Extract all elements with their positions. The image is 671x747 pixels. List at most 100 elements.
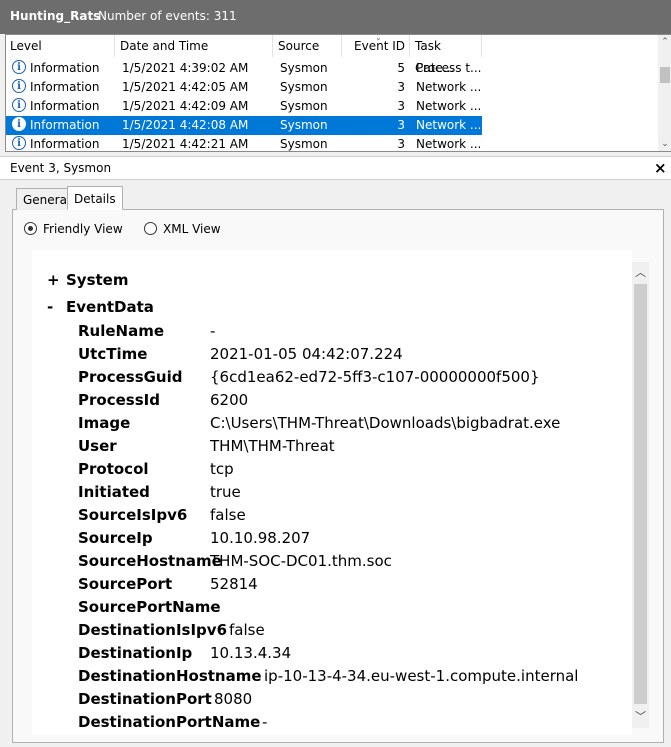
column-header-level[interactable]: Level [6, 35, 115, 57]
friendly-view-label: Friendly View [43, 222, 123, 236]
field-key: Initiated [78, 483, 150, 501]
tab-details[interactable]: Details [67, 186, 123, 210]
task-category-cell: Network ... [416, 80, 482, 94]
scroll-down-icon[interactable]: ﹀ [632, 708, 649, 724]
events-list-scrollbar[interactable]: ⌃ ⌄ [658, 35, 671, 151]
level-cell: Information [30, 99, 100, 113]
source-cell: Sysmon [280, 80, 328, 94]
field-value: false [229, 621, 265, 639]
level-cell: Information [30, 80, 100, 94]
field-value: false [210, 506, 246, 524]
field-key: SourceIsIpv6 [78, 506, 188, 524]
radio-unselected-icon [144, 222, 157, 235]
source-cell: Sysmon [280, 118, 328, 132]
field-key: DestinationPortName [78, 713, 261, 731]
datetime-cell: 1/5/2021 4:42:09 AM [122, 99, 249, 113]
event-id-cell: 5 [397, 61, 405, 75]
field-value: 10.13.4.34 [210, 644, 292, 662]
field-key: Image [78, 414, 131, 432]
table-row[interactable]: Information 1/5/2021 4:39:02 AM Sysmon 5 Pro… [6, 59, 482, 78]
field-value: 8080 [214, 690, 253, 708]
table-row[interactable]: Information 1/5/2021 4:42:21 AM Sysmon 3 Net… [6, 135, 482, 151]
field-key: SourcePortName [78, 598, 221, 616]
scroll-up-icon[interactable]: ︿ [632, 264, 649, 280]
field-key: DestinationPort [78, 690, 212, 708]
event-id-cell: 3 [397, 99, 405, 113]
event-detail-header: Event 3, Sysmon × [0, 156, 671, 180]
datetime-cell: 1/5/2021 4:42:08 AM [122, 118, 249, 132]
field-value: true [210, 483, 241, 501]
level-cell: Information [30, 118, 100, 132]
field-key: ProcessGuid [78, 368, 183, 386]
field-value: C:\Users\THM-Threat\Downloads\bigbadrat.… [210, 414, 561, 432]
field-value: {6cd1ea62-ed72-5ff3-c107-00000000f500} [210, 368, 540, 386]
field-value: 6200 [210, 391, 249, 409]
field-value: ip-10-13-4-34.eu-west-1.compute.internal [264, 667, 579, 685]
datetime-cell: 1/5/2021 4:42:05 AM [122, 80, 249, 94]
field-key: DestinationHostname [78, 667, 262, 685]
field-key: DestinationIp [78, 644, 193, 662]
events-list[interactable]: Level Date and Time Source Event ID ⌄ Ta… [5, 34, 671, 152]
source-cell: Sysmon [280, 137, 328, 151]
close-icon[interactable]: × [654, 159, 667, 177]
datetime-cell: 1/5/2021 4:39:02 AM [122, 61, 249, 75]
scroll-down-icon[interactable]: ⌄ [658, 139, 671, 149]
field-key: DestinationIsIpv6 [78, 621, 228, 639]
event-id-cell: 3 [397, 80, 405, 94]
table-row[interactable]: Information 1/5/2021 4:42:09 AM Sysmon 3 Net… [6, 97, 482, 116]
task-category-cell: Network ... [416, 99, 482, 113]
field-value: 2021-01-05 04:42:07.224 [210, 345, 403, 363]
level-cell: Information [30, 61, 100, 75]
field-value: 10.10.98.207 [210, 529, 311, 547]
column-header-datetime[interactable]: Date and Time [116, 35, 273, 57]
field-value: tcp [210, 460, 234, 478]
field-key: SourceHostname [78, 552, 222, 570]
field-key: SourceIp [78, 529, 153, 547]
column-header-source[interactable]: Source [274, 35, 342, 57]
xml-view-label: XML View [163, 222, 221, 236]
sort-indicator-icon: ⌄ [375, 34, 382, 42]
collapse-icon[interactable]: - [47, 298, 53, 316]
task-category-cell: Network ... [416, 118, 482, 132]
field-key: SourcePort [78, 575, 173, 593]
event-id-cell: 3 [397, 137, 405, 151]
details-scrollbar[interactable]: ︿ ﹀ [632, 262, 649, 728]
field-key: UtcTime [78, 345, 148, 363]
field-value: 52814 [210, 575, 258, 593]
level-cell: Information [30, 137, 100, 151]
scroll-thumb[interactable] [634, 284, 647, 704]
scroll-up-icon[interactable]: ⌃ [658, 37, 671, 47]
task-category-cell: Network ... [416, 137, 482, 151]
field-value: - [210, 322, 216, 340]
field-key: ProcessId [78, 391, 160, 409]
field-key: RuleName [78, 322, 165, 340]
friendly-view-content: + System - EventData RuleName - UtcTime 202… [32, 250, 632, 735]
column-header-task-category[interactable]: Task Cate... [411, 35, 482, 75]
information-icon [12, 136, 26, 150]
log-name: Hunting_Rats [10, 9, 101, 23]
radio-selected-icon [24, 222, 37, 235]
scroll-thumb[interactable] [660, 67, 670, 83]
source-cell: Sysmon [280, 61, 328, 75]
field-key: User [78, 437, 117, 455]
information-icon [12, 117, 26, 131]
datetime-cell: 1/5/2021 4:42:21 AM [122, 137, 249, 151]
field-value: - [262, 713, 268, 731]
expand-icon[interactable]: + [47, 271, 60, 289]
event-id-cell: 3 [397, 118, 405, 132]
log-header-bar: Hunting_Rats Number of events: 311 [0, 0, 671, 34]
field-value: THM-SOC-DC01.thm.soc [210, 552, 392, 570]
tree-node-label: System [66, 271, 129, 289]
table-row[interactable]: Information 1/5/2021 4:42:05 AM Sysmon 3 Net… [6, 78, 482, 97]
information-icon [12, 98, 26, 112]
field-value: - [210, 598, 216, 616]
task-category-cell: Process t... [416, 61, 482, 75]
tree-node-label: EventData [66, 298, 154, 316]
event-detail-title: Event 3, Sysmon [10, 161, 112, 175]
source-cell: Sysmon [280, 99, 328, 113]
event-count: Number of events: 311 [98, 9, 237, 23]
information-icon [12, 60, 26, 74]
field-key: Protocol [78, 460, 149, 478]
information-icon [12, 79, 26, 93]
table-row[interactable]: Information 1/5/2021 4:42:08 AM Sysmon 3 Net… [6, 116, 482, 135]
